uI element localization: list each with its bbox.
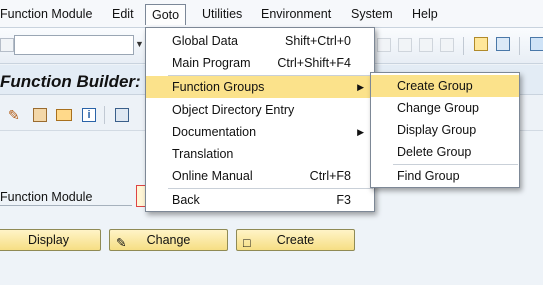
page-title: Function Builder: ...	[0, 72, 160, 91]
create-button-label: Create	[276, 233, 315, 247]
next-page-icon[interactable]	[419, 38, 433, 52]
first-page-icon[interactable]	[377, 38, 391, 52]
menu-item-label: Function Groups	[172, 80, 265, 94]
menu-item-label: Main Program	[172, 56, 251, 70]
app-toolbar-separator	[104, 106, 105, 124]
pencil-icon: ✎	[116, 236, 127, 250]
function-module-label: Function Module	[0, 190, 93, 204]
command-field[interactable]: ▼	[14, 35, 144, 55]
menu-item-global-data[interactable]: Global Data Shift+Ctrl+0	[146, 30, 374, 52]
goto-menu: Global Data Shift+Ctrl+0 Main Program Ct…	[145, 27, 375, 212]
menu-item-main-program[interactable]: Main Program Ctrl+Shift+F4	[146, 52, 374, 74]
delete-icon[interactable]	[115, 108, 129, 122]
menu-item-shortcut: Shift+Ctrl+0	[284, 34, 351, 48]
new-session-icon[interactable]	[474, 37, 488, 51]
submenu-item-change-group[interactable]: Change Group	[371, 97, 519, 119]
shortcut-icon[interactable]	[496, 37, 510, 51]
submenu-item-label: Display Group	[397, 123, 477, 137]
menu-function-module[interactable]: Function Module	[0, 7, 92, 21]
submenu-item-label: Create Group	[397, 79, 473, 93]
change-button-label: Change	[146, 233, 191, 247]
menu-item-label: Online Manual	[172, 169, 253, 183]
submenu-item-display-group[interactable]: Display Group	[371, 119, 519, 141]
menu-goto[interactable]: Goto	[145, 4, 187, 25]
menu-item-shortcut: Ctrl+F8	[309, 169, 351, 183]
menu-item-translation[interactable]: Translation	[146, 143, 374, 165]
function-groups-submenu: Create Group Change Group Display Group …	[370, 72, 520, 188]
submenu-item-find-group[interactable]: Find Group	[371, 165, 519, 187]
previous-page-icon[interactable]	[398, 38, 412, 52]
enter-icon[interactable]	[0, 38, 14, 52]
submenu-item-create-group[interactable]: Create Group	[371, 75, 519, 97]
menu-item-function-groups[interactable]: Function Groups ▶	[146, 76, 374, 98]
chevron-down-icon[interactable]: ▼	[135, 39, 144, 49]
menu-item-label: Back	[172, 193, 200, 207]
change-button[interactable]: ✎ Change	[109, 229, 228, 251]
menu-item-back[interactable]: Back F3	[146, 189, 374, 211]
menu-edit[interactable]: Edit	[112, 7, 134, 21]
menu-item-label: Object Directory Entry	[172, 103, 295, 117]
transport-icon[interactable]	[56, 109, 72, 121]
create-button[interactable]: □ Create	[236, 229, 355, 251]
document-icon: □	[243, 236, 251, 250]
submenu-item-label: Delete Group	[397, 145, 472, 159]
display-button[interactable]: Display	[0, 229, 101, 251]
pencil-icon[interactable]: ✎	[8, 107, 24, 123]
menu-utilities[interactable]: Utilities	[202, 7, 242, 21]
menu-help[interactable]: Help	[412, 7, 438, 21]
menu-item-shortcut: Ctrl+Shift+F4	[277, 56, 351, 70]
menu-item-label: Global Data	[172, 34, 239, 48]
menu-environment[interactable]: Environment	[261, 7, 331, 21]
field-underline	[0, 205, 132, 206]
menu-bar: Function Module Edit Goto Utilities Envi…	[0, 0, 543, 28]
menu-system[interactable]: System	[351, 7, 393, 21]
menu-item-shortcut: F3	[336, 193, 351, 207]
display-button-label: Display	[28, 233, 69, 247]
last-page-icon[interactable]	[440, 38, 454, 52]
toolbar-separator	[519, 37, 520, 55]
submenu-item-label: Change Group	[397, 101, 480, 115]
menu-item-online-manual[interactable]: Online Manual Ctrl+F8	[146, 165, 374, 187]
submenu-arrow-icon: ▶	[357, 127, 364, 137]
menu-item-documentation[interactable]: Documentation ▶	[146, 121, 374, 143]
toolbar-separator	[463, 37, 464, 55]
menu-item-label: Documentation	[172, 125, 257, 139]
menu-item-label: Translation	[172, 147, 234, 161]
submenu-arrow-icon: ▶	[357, 82, 364, 92]
object-icon[interactable]	[33, 108, 47, 122]
menu-item-object-directory-entry[interactable]: Object Directory Entry	[146, 99, 374, 121]
help-icon[interactable]	[530, 37, 543, 51]
submenu-item-delete-group[interactable]: Delete Group	[371, 141, 519, 163]
info-icon[interactable]: i	[82, 108, 96, 122]
submenu-item-label: Find Group	[397, 169, 460, 183]
